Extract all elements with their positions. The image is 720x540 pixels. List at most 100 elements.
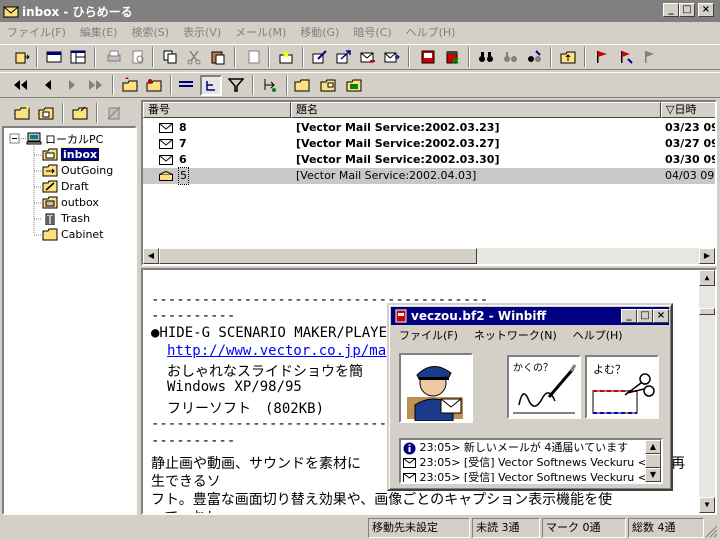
- find-prev-icon[interactable]: [526, 49, 542, 65]
- nav-toolbar: [0, 72, 720, 98]
- redirect-icon[interactable]: [384, 49, 400, 65]
- first-icon[interactable]: [12, 77, 28, 93]
- menu-crypto[interactable]: 暗号(C): [346, 24, 398, 40]
- tree-root[interactable]: ローカルPC: [26, 131, 103, 146]
- table-row[interactable]: 8 [Vector Mail Service:2002.03.23] 03/23…: [143, 120, 715, 136]
- new-mail-icon[interactable]: [278, 49, 294, 65]
- winbiff-title-bar[interactable]: veczou.bf2 - Winbiff _ □ ×: [391, 307, 669, 325]
- print-icon[interactable]: [106, 49, 122, 65]
- read-image[interactable]: よむ？: [585, 355, 659, 419]
- tree-item-cabinet[interactable]: Cabinet: [42, 227, 104, 242]
- preview-vscroll-thumb[interactable]: [699, 308, 715, 315]
- log-row[interactable]: 23:05> [受信] Vector Softnews Veckuru <a: [403, 470, 654, 482]
- log-row[interactable]: 23:05> 新しいメールが 4通届いています: [403, 440, 628, 455]
- scroll-down-button[interactable]: ▼: [699, 497, 715, 513]
- winbiff-close-button[interactable]: ×: [653, 309, 669, 323]
- winbiff-menu-file[interactable]: ファイル(F): [391, 327, 466, 345]
- log-scroll-up-button[interactable]: ▲: [645, 440, 661, 454]
- tree-item-inbox[interactable]: inbox: [42, 147, 101, 162]
- layout-icon[interactable]: [70, 49, 86, 65]
- mailman-image[interactable]: [399, 353, 473, 423]
- folder-new-icon[interactable]: [294, 77, 310, 93]
- mark-icon[interactable]: [420, 49, 436, 65]
- tree-item-label: Cabinet: [61, 228, 104, 241]
- winbiff-menu-network[interactable]: ネットワーク(N): [466, 327, 565, 345]
- table-row-selected[interactable]: 5 [Vector Mail Service:2002.04.03] 04/03…: [143, 167, 715, 185]
- column-header-subject[interactable]: 題名: [291, 102, 661, 118]
- forward-icon[interactable]: [360, 49, 376, 65]
- preview-line: おしゃれなスライドショウを簡: [167, 364, 363, 380]
- last-icon[interactable]: [88, 77, 104, 93]
- open-folder-icon[interactable]: [72, 105, 88, 121]
- preview-vscroll-track[interactable]: [699, 270, 715, 513]
- log-scroll-down-button[interactable]: ▼: [645, 468, 661, 482]
- tree-item-outbox[interactable]: outbox: [42, 195, 99, 210]
- folder-open-icon[interactable]: [320, 77, 336, 93]
- receive-icon[interactable]: [14, 49, 30, 65]
- resize-grip-icon[interactable]: [704, 524, 718, 538]
- minimize-button[interactable]: _: [663, 3, 679, 17]
- find-next-icon[interactable]: [502, 49, 518, 65]
- find-icon[interactable]: [478, 49, 494, 65]
- delete-icon[interactable]: [444, 49, 460, 65]
- app-icon: [3, 6, 19, 18]
- menu-file[interactable]: ファイル(F): [0, 24, 73, 40]
- column-header-number[interactable]: 番号: [143, 102, 291, 118]
- log-vscroll-thumb[interactable]: [645, 454, 661, 468]
- winbiff-minimize-button[interactable]: _: [621, 309, 637, 323]
- delete-folder-icon[interactable]: [106, 105, 122, 121]
- scroll-left-button[interactable]: ◀: [143, 248, 159, 264]
- menu-view[interactable]: 表示(V): [176, 24, 228, 40]
- folder-image-icon[interactable]: [346, 77, 362, 93]
- cut-icon[interactable]: [186, 49, 202, 65]
- edit-mail-icon[interactable]: [312, 49, 328, 65]
- envelope-icon: [159, 139, 173, 149]
- column-header-date[interactable]: ▽日時: [661, 102, 715, 118]
- tree-item-trash[interactable]: Trash: [42, 211, 90, 226]
- winbiff-window: veczou.bf2 - Winbiff _ □ × ファイル(F) ネットワー…: [387, 303, 673, 491]
- winbiff-maximize-button[interactable]: □: [637, 309, 653, 323]
- close-button[interactable]: ×: [698, 3, 714, 17]
- paste-icon[interactable]: [210, 49, 226, 65]
- flag-icon[interactable]: [594, 49, 610, 65]
- next-icon[interactable]: [64, 77, 80, 93]
- unflag-icon[interactable]: [642, 49, 658, 65]
- pen-letter-icon: かくの？: [509, 357, 579, 417]
- compose-image[interactable]: かくの？: [507, 355, 581, 419]
- preview-link[interactable]: http://www.vector.co.jp/mag: [167, 343, 395, 359]
- log-row[interactable]: 23:05> [受信] Vector Softnews Veckuru <a: [403, 455, 654, 470]
- row-date: 03/30 09:: [665, 153, 715, 166]
- table-row[interactable]: 6 [Vector Mail Service:2002.03.30] 03/30…: [143, 152, 715, 168]
- new-folder-icon[interactable]: [14, 105, 30, 121]
- menu-edit[interactable]: 編集(E): [73, 24, 125, 40]
- filter-icon[interactable]: [228, 77, 244, 93]
- menu-search[interactable]: 検索(S): [124, 24, 176, 40]
- scroll-up-button[interactable]: ▲: [699, 270, 715, 286]
- rule-icon[interactable]: [262, 77, 278, 93]
- info-icon: [403, 442, 416, 454]
- menu-move[interactable]: 移動(G): [293, 24, 346, 40]
- thread-view-toggle[interactable]: [200, 75, 222, 96]
- list-hscroll-thumb[interactable]: [159, 248, 477, 264]
- menu-help[interactable]: ヘルプ(H): [399, 24, 463, 40]
- flag-next-icon[interactable]: [618, 49, 634, 65]
- next-folder-icon[interactable]: [146, 77, 162, 93]
- mailbox-icon[interactable]: [46, 49, 62, 65]
- reply-icon[interactable]: [336, 49, 352, 65]
- winbiff-menu-help[interactable]: ヘルプ(H): [565, 327, 631, 345]
- menu-mail[interactable]: メール(M): [228, 24, 293, 40]
- copy-icon[interactable]: [162, 49, 178, 65]
- prev-folder-icon[interactable]: [122, 77, 138, 93]
- folder-up-icon[interactable]: [560, 49, 576, 65]
- title-bar[interactable]: inbox - ひらめーる _ □ ×: [0, 0, 720, 22]
- folder-properties-icon[interactable]: [38, 105, 54, 121]
- list-view-icon[interactable]: [178, 77, 194, 93]
- scroll-right-button[interactable]: ▶: [699, 248, 715, 264]
- maximize-button[interactable]: □: [679, 3, 695, 17]
- table-row[interactable]: 7 [Vector Mail Service:2002.03.27] 03/27…: [143, 136, 715, 152]
- print-preview-icon[interactable]: [130, 49, 146, 65]
- prev-icon[interactable]: [40, 77, 56, 93]
- template-icon[interactable]: [246, 49, 262, 65]
- tree-item-outgoing[interactable]: OutGoing: [42, 163, 113, 178]
- tree-item-draft[interactable]: Draft: [42, 179, 89, 194]
